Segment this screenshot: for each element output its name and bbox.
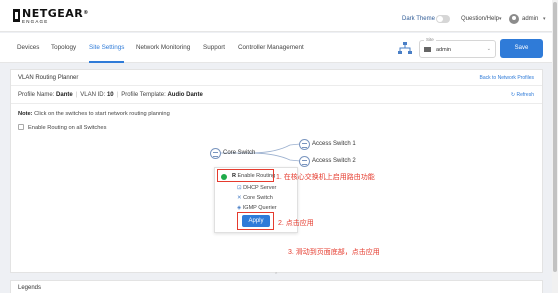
highlight-box — [237, 212, 274, 230]
refresh-label: Refresh — [516, 92, 534, 98]
dark-theme-toggle[interactable] — [436, 15, 450, 23]
note-label: Note: — [18, 111, 33, 117]
page-scrollbar[interactable] — [552, 0, 558, 293]
access-switch-icon[interactable] — [299, 139, 310, 150]
profile-template-value: Audio Dante — [167, 92, 203, 98]
brand-trademark: ® — [83, 10, 89, 16]
back-to-network-profiles-link[interactable]: Back to Network Profiles — [480, 75, 534, 81]
igmp-querier-icon: ◈ — [237, 205, 242, 211]
dhcp-server-icon: ⊡ — [237, 185, 242, 191]
enable-routing-all-checkbox[interactable]: Enable Routing on all Switches — [18, 124, 106, 131]
site-selector[interactable]: Site admin ⌄ — [419, 37, 496, 58]
access-switch-icon[interactable] — [299, 156, 310, 167]
profile-template-label: Profile Template: — [121, 92, 166, 98]
netgear-logo-icon — [13, 9, 20, 22]
tab-devices[interactable]: Devices — [17, 44, 39, 51]
access-switch-1-label[interactable]: Access Switch 1 — [312, 141, 356, 147]
brand-sub: ENGAGE — [22, 19, 49, 24]
menu-item-dhcp-server[interactable]: ⊡ DHCP Server — [237, 185, 276, 191]
avatar[interactable] — [509, 14, 519, 24]
panel-title: VLAN Routing Planner — [18, 75, 79, 81]
help-menu[interactable]: Question/Help — [461, 16, 499, 22]
menu-item-label: Core Switch — [243, 195, 273, 201]
resize-handle-icon[interactable]: ⌃ — [274, 272, 278, 278]
site-icon — [424, 47, 431, 52]
note-text: Note: Click on the switches to start net… — [18, 111, 170, 117]
site-selector-label: Site — [424, 37, 436, 42]
menu-item-label: DHCP Server — [243, 185, 277, 191]
tab-site-settings[interactable]: Site Settings — [89, 44, 124, 51]
annotation-step-3: 3. 滑动到页面底部，点击应用 — [288, 249, 380, 256]
divider — [11, 85, 542, 86]
tab-network-monitoring[interactable]: Network Monitoring — [136, 44, 190, 51]
menu-item-core-switch[interactable]: ✕ Core Switch — [237, 195, 273, 201]
menu-item-igmp-querier[interactable]: ◈ IGMP Querier — [237, 205, 277, 211]
network-sites-icon[interactable] — [398, 42, 412, 55]
user-menu[interactable]: admin — [522, 16, 538, 22]
legends-title: Legends — [18, 285, 42, 291]
core-switch-icon[interactable] — [210, 148, 221, 159]
core-switch-menu-icon: ✕ — [237, 195, 242, 201]
vlan-id-label: VLAN ID: — [80, 92, 106, 98]
active-tab-indicator — [89, 61, 124, 63]
annotation-step-2: 2. 点击应用 — [278, 220, 314, 227]
profile-info: Profile Name: Dante | VLAN ID: 10 | Profile … — [18, 92, 203, 98]
legends-panel: Legends — [10, 280, 543, 293]
chevron-down-icon[interactable]: ▾ — [499, 16, 502, 22]
checkbox-icon[interactable] — [18, 124, 24, 130]
scrollbar-thumb[interactable] — [553, 2, 557, 272]
divider — [11, 103, 542, 104]
top-bar: NETGEAR® ENGAGE Dark Theme Question/Help… — [0, 0, 552, 32]
site-selector-value: admin — [436, 47, 451, 53]
profile-name-value: Dante — [56, 92, 73, 98]
menu-item-label: IGMP Querier — [242, 205, 277, 211]
dark-theme-label: Dark Theme — [402, 16, 435, 22]
core-switch-label[interactable]: Core Switch — [223, 150, 255, 156]
note-body: Click on the switches to start network r… — [32, 111, 170, 117]
annotation-step-1: 1. 在核心交换机上启用路由功能 — [276, 174, 375, 181]
tab-controller-management[interactable]: Controller Management — [238, 44, 304, 51]
highlight-box — [217, 169, 274, 182]
profile-name-label: Profile Name: — [18, 92, 55, 98]
save-button[interactable]: Save — [500, 39, 543, 58]
chevron-down-icon[interactable]: ▾ — [543, 16, 546, 22]
chevron-down-icon: ⌄ — [486, 46, 491, 52]
tab-support[interactable]: Support — [203, 44, 225, 51]
vlan-id-value: 10 — [106, 92, 114, 98]
brand-logo[interactable]: NETGEAR® — [22, 8, 89, 19]
refresh-button[interactable]: ↻ Refresh — [511, 92, 534, 98]
access-switch-2-label[interactable]: Access Switch 2 — [312, 158, 356, 164]
enable-routing-all-label: Enable Routing on all Switches — [28, 125, 107, 131]
refresh-icon: ↻ — [510, 92, 516, 98]
tab-topology[interactable]: Topology — [51, 44, 76, 51]
